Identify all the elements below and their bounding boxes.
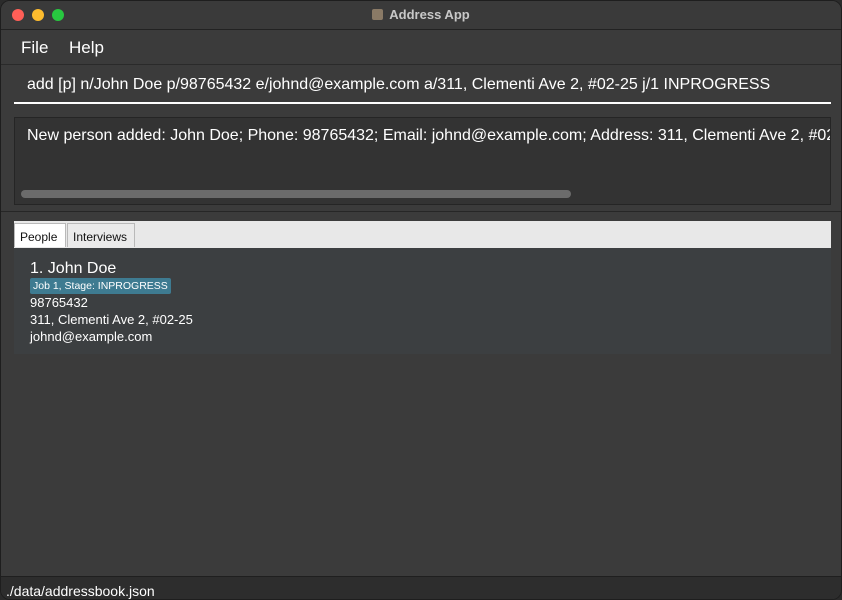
result-message: New person added: John Doe; Phone: 98765… <box>27 127 831 144</box>
person-address: 311, Clementi Ave 2, #02-25 <box>30 312 193 327</box>
menu-bar: File Help <box>1 30 841 65</box>
command-input[interactable] <box>14 67 831 102</box>
result-display: New person added: John Doe; Phone: 98765… <box>14 117 831 205</box>
person-phone: 98765432 <box>30 295 88 310</box>
horizontal-scrollbar[interactable] <box>21 190 571 198</box>
section-divider <box>1 211 841 212</box>
tab-bar: People Interviews <box>14 221 831 248</box>
save-location: ./data/addressbook.json <box>6 583 155 599</box>
title-bar: Address App <box>1 1 841 30</box>
window-title-container: Address App <box>1 7 841 22</box>
tab-people[interactable]: People <box>14 223 66 247</box>
job-stage-tag: Job 1, Stage: INPROGRESS <box>30 278 171 294</box>
tab-interviews[interactable]: Interviews <box>67 223 135 247</box>
command-box <box>14 67 831 104</box>
menu-help[interactable]: Help <box>69 38 104 58</box>
app-icon <box>372 9 384 20</box>
person-list: 1. John Doe Job 1, Stage: INPROGRESS 987… <box>14 248 831 354</box>
status-bar: ./data/addressbook.json <box>1 576 841 599</box>
window-title: Address App <box>389 7 470 22</box>
person-email: johnd@example.com <box>30 329 153 344</box>
menu-file[interactable]: File <box>21 38 48 58</box>
person-name: 1. John Doe <box>30 260 117 277</box>
app-window: Address App File Help New person added: … <box>0 0 842 600</box>
